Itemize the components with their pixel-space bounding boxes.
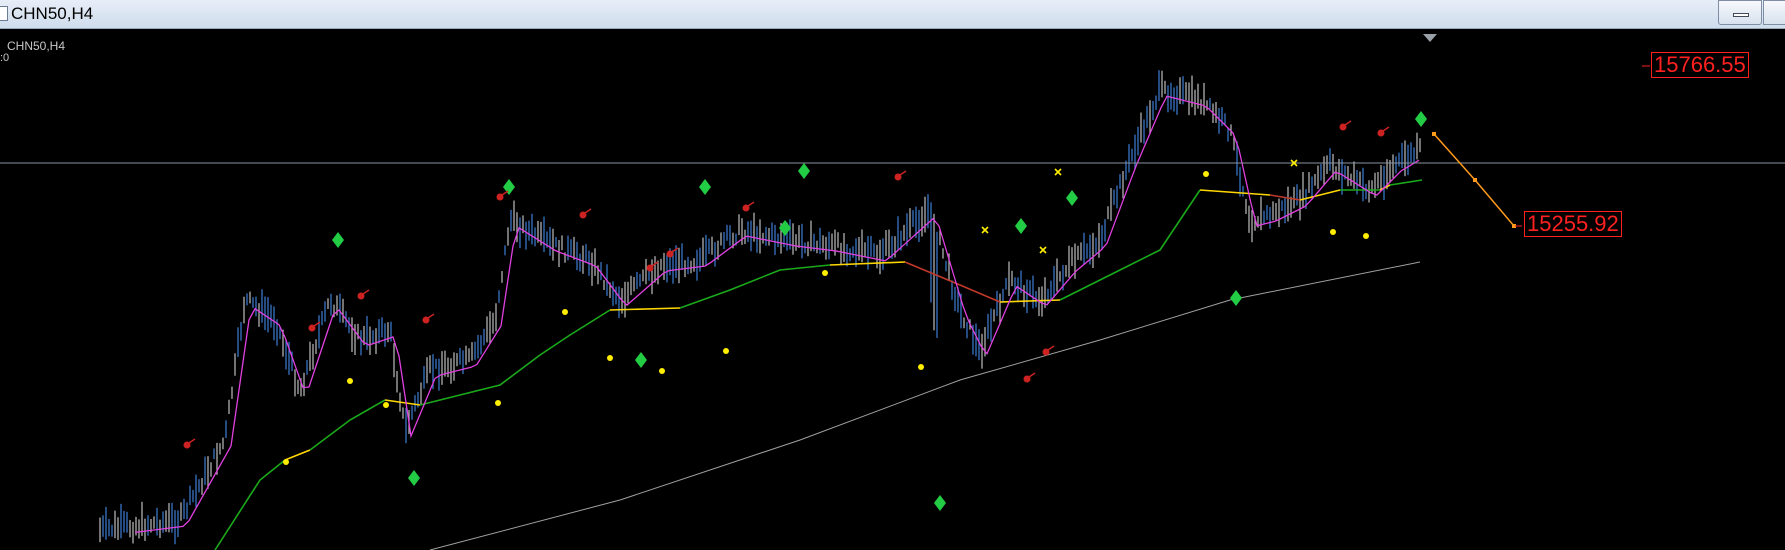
mid-ma-segment [609, 307, 681, 311]
title-bar[interactable]: CHN50,H4 [0, 0, 1785, 29]
price-label-low: 15255.92 [1524, 211, 1622, 237]
chart-window-icon [0, 6, 8, 21]
chart-window: CHN50,H4 CHN50,H4 :0 15766.55 15255.92 [0, 0, 1785, 550]
red-arrow-stroke [427, 313, 435, 319]
green-diamond-icon [1066, 190, 1078, 206]
yellow-dot-icon [723, 348, 729, 354]
minimize-button[interactable] [1718, 0, 1762, 25]
price-bars [99, 70, 1421, 545]
chart-symbol-label: CHN50,H4 [7, 39, 66, 53]
yellow-dot-icon [562, 309, 568, 315]
green-diamond-icon [1415, 111, 1427, 127]
red-arrow-stroke [362, 289, 370, 295]
green-diamond-icon [699, 179, 711, 195]
yellow-dot-icon [607, 355, 613, 361]
red-arrow-stroke [584, 208, 592, 214]
red-arrow-stroke [188, 438, 196, 444]
red-arrow-stroke [1344, 120, 1352, 126]
yellow-dot-icon [347, 378, 353, 384]
yellow-dot-icon [1363, 233, 1369, 239]
green-diamond-icon [1015, 218, 1027, 234]
mid-ma-segment [1389, 179, 1423, 186]
mid-ma-segment [284, 449, 311, 461]
yellow-dot-icon [495, 400, 501, 406]
green-diamond-icon [798, 163, 810, 179]
mid-moving-average [214, 179, 1423, 550]
price-label-high: 15766.55 [1651, 52, 1749, 78]
mid-ma-segment [309, 399, 386, 451]
yellow-dot-icon [659, 368, 665, 374]
maximize-button[interactable] [1763, 0, 1785, 25]
minimize-icon [1733, 13, 1749, 17]
forecast-point [1432, 132, 1436, 136]
red-arrow-stroke [747, 201, 755, 207]
mid-ma-segment [1199, 189, 1271, 196]
window-title: CHN50,H4 [11, 4, 94, 23]
slow-moving-average [429, 261, 1421, 550]
mid-ma-segment [419, 309, 611, 406]
price-chart[interactable] [0, 29, 1785, 550]
red-arrow-stroke [899, 170, 907, 176]
fast-moving-average [134, 95, 1420, 534]
yellow-dot-icon [283, 459, 289, 465]
yellow-dot-icon [383, 402, 389, 408]
red-arrow-stroke [1382, 126, 1390, 132]
green-diamond-icon [332, 232, 344, 248]
yellow-dot-icon [822, 270, 828, 276]
green-diamond-icon [635, 352, 647, 368]
yellow-dot-icon [918, 364, 924, 370]
chart-shift-marker[interactable] [1423, 34, 1437, 42]
red-arrow-stroke [501, 190, 509, 196]
mid-ma-segment [214, 459, 286, 550]
yellow-dot-icon [1203, 171, 1209, 177]
green-diamond-icon [1230, 290, 1242, 306]
green-diamond-icon [408, 470, 420, 486]
forecast-point [1473, 178, 1477, 182]
red-arrow-stroke [1028, 372, 1036, 378]
yellow-dot-icon [1330, 229, 1336, 235]
forecast-line [1432, 65, 1650, 228]
red-arrow-stroke [671, 247, 679, 253]
mid-ma-segment [679, 264, 831, 309]
indicator-label: :0 [0, 52, 10, 64]
red-arrow-stroke [1047, 345, 1055, 351]
green-diamond-icon [934, 495, 946, 511]
